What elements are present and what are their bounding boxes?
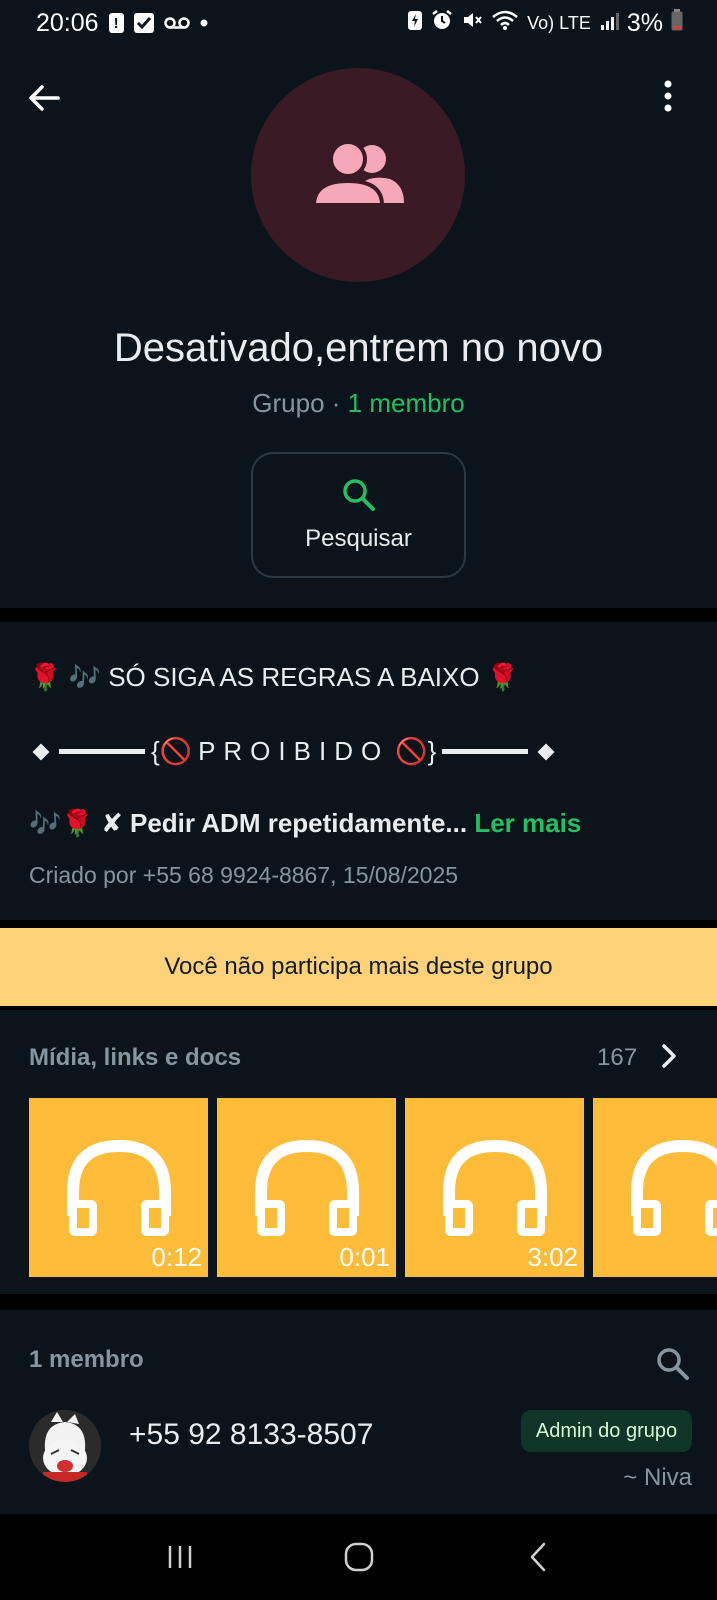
home-button[interactable] [339,1537,379,1577]
media-title[interactable]: Mídia, links e docs [29,1044,241,1072]
member-count-link[interactable]: 1 membro [348,388,465,418]
media-duration: 0:01 [339,1242,390,1272]
media-row: 0:12 0:01 3:02 0: [29,1098,717,1277]
group-header: Desativado,entrem no novo Grupo · 1 memb… [0,46,717,608]
media-duration: 0:12 [151,1242,202,1272]
members-section: 1 membro +55 92 8133-8507 Admin do grupo… [0,1310,717,1514]
created-by: Criado por +55 68 9924-8867, 15/08/2025 [29,862,459,888]
description-line-1: 🌹 🎶 SÓ SIGA AS REGRAS A BAIXO 🌹 [29,662,520,692]
search-button[interactable]: Pesquisar [251,452,466,578]
description-line-2: {🚫 PROIBIDO 🚫} [29,736,558,767]
members-search-button[interactable] [655,1346,691,1382]
back-button[interactable] [26,80,62,116]
character-avatar-icon [29,1410,101,1482]
group-description: 🌹 🎶 SÓ SIGA AS REGRAS A BAIXO 🌹 {🚫 PROIB… [0,622,717,920]
headphones-icon [66,1139,171,1236]
volte-icon: Vo) LTE [527,12,591,33]
dot-icon [200,19,208,27]
media-thumb[interactable]: 0:01 [217,1098,396,1277]
media-duration: 3:02 [527,1242,578,1272]
group-icon [311,140,404,207]
more-vert-icon [664,80,672,112]
member-phone: +55 92 8133-8507 [129,1418,374,1451]
media-section: Mídia, links e docs 167 0:12 0:01 3:02 0… [0,1010,717,1294]
status-bar: 20:06 ! Vo) LTE 3% [0,0,717,46]
media-thumb[interactable]: 0:12 [29,1098,208,1277]
check-icon [133,13,154,33]
media-thumb[interactable]: 0: [593,1098,717,1277]
recent-apps-icon [168,1546,191,1568]
more-options-button[interactable] [658,78,678,114]
wifi-icon [491,9,519,38]
group-type: Grupo · [252,388,348,418]
system-nav-bar [0,1514,717,1600]
status-right: Vo) LTE 3% [407,8,683,38]
status-time: 20:06 [36,8,99,37]
headphones-icon [630,1139,717,1236]
battery-icon [671,8,683,38]
description-close: 🚫} [395,736,437,766]
member-nickname: ~ Niva [623,1464,692,1491]
member-row[interactable]: +55 92 8133-8507 Admin do grupo ~ Niva [0,1410,717,1500]
not-participant-banner: Você não participa mais deste grupo [0,928,717,1006]
headphones-icon [442,1139,547,1236]
signal-icon [599,9,619,38]
description-line-3: 🎶🌹 ✘ Pedir ADM repetidamente... Ler mais [29,808,581,839]
battery-percent: 3% [626,8,663,37]
description-proibido: PROIBIDO [198,736,390,766]
media-thumb[interactable]: 3:02 [405,1098,584,1277]
alert-icon: ! [108,13,124,33]
battery-saver-icon [407,9,423,38]
group-title: Desativado,entrem no novo [113,326,604,370]
diamond-icon [32,743,50,760]
arrow-left-icon [29,85,60,111]
search-icon [657,1348,689,1380]
status-left: 20:06 ! [36,9,208,38]
members-title: 1 membro [29,1346,144,1373]
media-open-button[interactable] [660,1042,678,1070]
voicemail-icon [163,16,190,30]
recent-apps-button[interactable] [160,1537,200,1577]
divider-bar [442,749,529,754]
avatar[interactable] [29,1410,101,1482]
back-icon [530,1542,545,1572]
admin-badge: Admin do grupo [521,1410,692,1452]
group-subtitle: Grupo · 1 membro [0,388,717,419]
home-icon [344,1542,373,1572]
headphones-icon [254,1139,359,1236]
divider-bar [59,749,145,754]
description-truncated: 🎶🌹 ✘ Pedir ADM repetidamente... [29,808,468,838]
chevron-right-icon [662,1044,676,1068]
not-participant-text: Você não participa mais deste grupo [164,953,553,980]
read-more-link[interactable]: Ler mais [467,808,581,838]
search-icon [342,479,375,511]
system-back-button[interactable] [518,1537,558,1577]
media-count[interactable]: 167 [597,1044,637,1072]
alarm-icon [431,9,453,38]
diamond-icon [537,743,555,760]
description-open: {🚫 [151,736,193,766]
search-button-label: Pesquisar [305,525,412,552]
group-avatar[interactable] [251,68,465,282]
mute-icon [461,9,483,38]
